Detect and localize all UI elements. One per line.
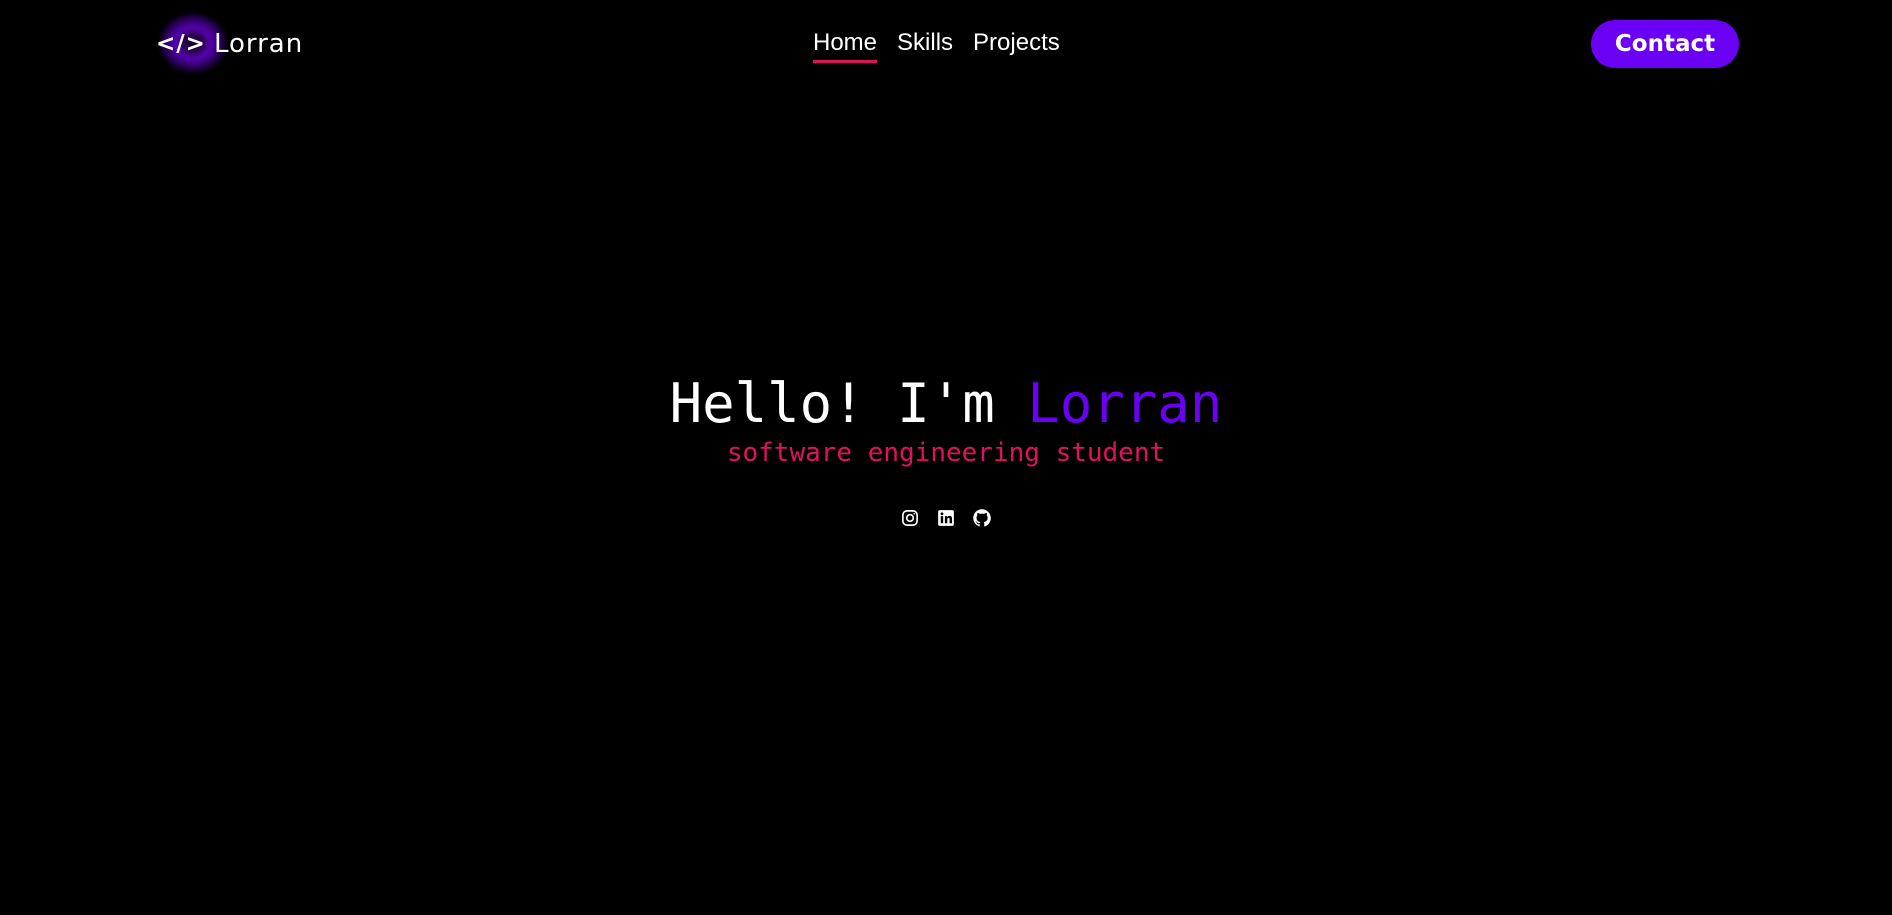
hero-section: Hello! I'm Lorran software engineering s… xyxy=(0,370,1892,468)
linkedin-link[interactable] xyxy=(936,506,956,530)
logo-link[interactable]: </> Lorran xyxy=(156,26,303,62)
main-nav: Home Skills Projects xyxy=(813,28,1060,63)
hero-title: Hello! I'm Lorran xyxy=(0,370,1892,438)
site-header: </> Lorran Home Skills Projects Contact xyxy=(0,0,1892,90)
social-links xyxy=(0,506,1892,530)
hero-subtitle: software engineering student xyxy=(726,438,1166,468)
instagram-link[interactable] xyxy=(900,506,920,530)
instagram-icon xyxy=(902,510,918,526)
logo-name: Lorran xyxy=(213,29,304,59)
nav-link-skills[interactable]: Skills xyxy=(897,28,953,63)
nav-link-projects[interactable]: Projects xyxy=(973,28,1060,63)
github-icon xyxy=(973,509,991,527)
nav-link-home[interactable]: Home xyxy=(813,28,878,63)
hero-name: Lorran xyxy=(1027,372,1223,435)
linkedin-icon xyxy=(938,510,954,526)
code-brackets-icon: </> xyxy=(156,31,206,57)
github-link[interactable] xyxy=(972,506,992,530)
hero-greeting: Hello! I'm xyxy=(669,372,1028,435)
contact-button[interactable]: Contact xyxy=(1591,20,1739,68)
